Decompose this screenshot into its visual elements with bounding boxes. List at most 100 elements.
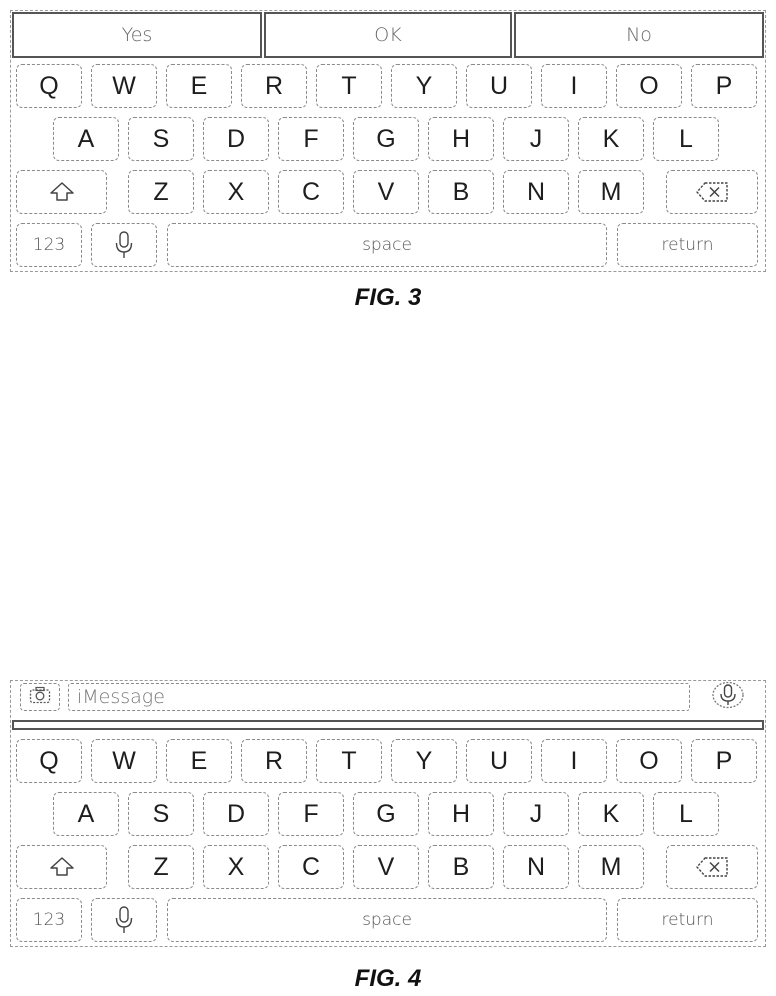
key-c[interactable]: C — [278, 845, 344, 889]
key-o[interactable]: O — [616, 64, 682, 108]
key-a[interactable]: A — [53, 117, 119, 161]
key-j[interactable]: J — [503, 792, 569, 836]
key-b[interactable]: B — [428, 170, 494, 214]
figure-4: iMessage Q WERT Y U I O P ASDF G HJ K L Z X C V B N M 123 sp… — [0, 675, 776, 996]
key-z[interactable]: Z — [128, 845, 194, 889]
suggestion-yes[interactable]: Yes — [12, 12, 262, 58]
key-k[interactable]: K — [578, 792, 644, 836]
key-label: M — [601, 178, 622, 207]
key-label: X — [228, 853, 245, 882]
key-label: O — [639, 72, 658, 101]
key-f[interactable]: F — [278, 117, 344, 161]
key-r[interactable]: R — [241, 739, 307, 783]
key-b[interactable]: B — [428, 845, 494, 889]
return-key[interactable]: return — [617, 223, 758, 267]
key-l[interactable]: L — [653, 792, 719, 836]
key-i[interactable]: I — [541, 739, 607, 783]
key-j[interactable]: J — [503, 117, 569, 161]
key-w[interactable]: W — [91, 739, 157, 783]
key-i[interactable]: I — [541, 64, 607, 108]
key-p[interactable]: P — [691, 739, 757, 783]
message-input[interactable]: iMessage — [68, 683, 690, 711]
key-l[interactable]: L — [653, 117, 719, 161]
key-label: P — [716, 747, 733, 776]
dictation-key[interactable] — [91, 223, 157, 267]
microphone-icon — [114, 230, 134, 260]
key-label: K — [603, 800, 620, 829]
key-y[interactable]: Y — [391, 739, 457, 783]
key-e[interactable]: E — [166, 64, 232, 108]
figure-caption: FIG. 4 — [0, 965, 776, 993]
key-label: Q — [39, 72, 58, 101]
keyboard: Q W ERT Y U I O P ASDFGHJK L Z X C V B N M 123 spacereturn — [0, 64, 776, 274]
key-label: I — [571, 747, 578, 776]
key-w[interactable]: W — [91, 64, 157, 108]
key-label: C — [302, 853, 320, 882]
key-label: 123 — [33, 235, 65, 255]
key-x[interactable]: X — [203, 170, 269, 214]
key-t[interactable]: T — [316, 739, 382, 783]
key-y[interactable]: Y — [391, 64, 457, 108]
key-q[interactable]: Q — [16, 64, 82, 108]
suggestion-no[interactable]: No — [514, 12, 764, 58]
key-g[interactable]: G — [353, 117, 419, 161]
key-a[interactable]: A — [53, 792, 119, 836]
key-g[interactable]: G — [353, 792, 419, 836]
space-key[interactable]: space — [167, 898, 607, 942]
key-o[interactable]: O — [616, 739, 682, 783]
key-k[interactable]: K — [578, 117, 644, 161]
key-label: Q — [39, 747, 58, 776]
key-label: C — [302, 178, 320, 207]
key-e[interactable]: E — [166, 739, 232, 783]
key-z[interactable]: Z — [128, 170, 194, 214]
key-label: B — [453, 853, 470, 882]
key-label: M — [601, 853, 622, 882]
key-x[interactable]: X — [203, 845, 269, 889]
key-v[interactable]: V — [353, 845, 419, 889]
key-label: W — [112, 72, 136, 101]
numbers-key[interactable]: 123 — [16, 898, 82, 942]
audio-message-button[interactable] — [700, 683, 756, 711]
key-s[interactable]: S — [128, 792, 194, 836]
key-label: Y — [416, 747, 433, 776]
key-m[interactable]: M — [578, 170, 644, 214]
camera-icon — [29, 686, 51, 709]
key-d[interactable]: D — [203, 792, 269, 836]
key-d[interactable]: D — [203, 117, 269, 161]
key-p[interactable]: P — [691, 64, 757, 108]
camera-button[interactable] — [20, 683, 60, 711]
key-s[interactable]: S — [128, 117, 194, 161]
key-label: Y — [416, 72, 433, 101]
key-r[interactable]: R — [241, 64, 307, 108]
key-h[interactable]: H — [428, 792, 494, 836]
delete-key[interactable] — [666, 170, 758, 214]
key-m[interactable]: M — [578, 845, 644, 889]
space-key[interactable]: space — [167, 223, 607, 267]
key-u[interactable]: U — [466, 64, 532, 108]
key-label: L — [679, 125, 693, 154]
return-key[interactable]: return — [617, 898, 758, 942]
key-label: U — [490, 72, 508, 101]
numbers-key[interactable]: 123 — [16, 223, 82, 267]
key-h[interactable]: H — [428, 117, 494, 161]
shift-icon — [47, 180, 77, 204]
key-f[interactable]: F — [278, 792, 344, 836]
key-label: Z — [153, 178, 168, 207]
key-c[interactable]: C — [278, 170, 344, 214]
key-v[interactable]: V — [353, 170, 419, 214]
suggestion-ok[interactable]: OK — [264, 12, 512, 58]
suggestion-label: No — [626, 24, 652, 46]
key-n[interactable]: N — [503, 170, 569, 214]
key-t[interactable]: T — [316, 64, 382, 108]
shift-key[interactable] — [16, 845, 107, 889]
key-label: return — [662, 910, 714, 930]
key-label: G — [376, 800, 395, 829]
keyboard: Q WERT Y U I O P ASDF G HJ K L Z X C V B N M 123 space return — [0, 739, 776, 949]
shift-key[interactable] — [16, 170, 107, 214]
delete-key[interactable] — [666, 845, 758, 889]
key-label: B — [453, 178, 470, 207]
key-q[interactable]: Q — [16, 739, 82, 783]
key-u[interactable]: U — [466, 739, 532, 783]
dictation-key[interactable] — [91, 898, 157, 942]
key-n[interactable]: N — [503, 845, 569, 889]
